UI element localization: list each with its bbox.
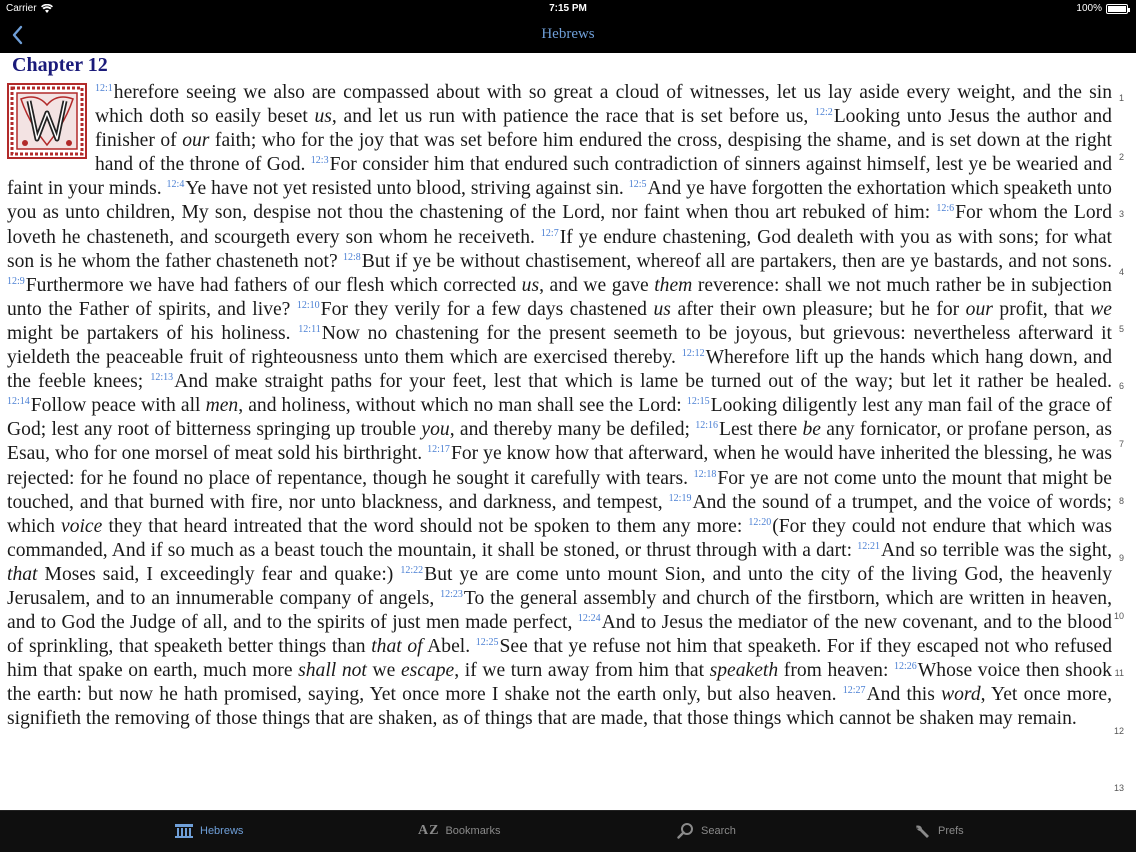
status-time: 7:15 PM — [549, 3, 587, 14]
margin-line-number: 6 — [1118, 381, 1124, 391]
verse-number[interactable]: 12:2 — [815, 107, 833, 118]
verse-number[interactable]: 12:26 — [894, 661, 917, 672]
verse-number[interactable]: 12:13 — [150, 372, 173, 383]
verse-number[interactable]: 12:11 — [298, 324, 320, 335]
book-icon — [175, 824, 193, 838]
chapter-content[interactable]: Chapter 12 12:1herefore seeing we also a… — [0, 53, 1136, 810]
battery-indicator: 100% — [1076, 3, 1130, 14]
verse-number[interactable]: 12:18 — [694, 469, 717, 480]
verse-number[interactable]: 12:15 — [687, 396, 710, 407]
book-title: Hebrews — [541, 26, 595, 42]
verse-number[interactable]: 12:22 — [400, 565, 423, 576]
illuminated-letter-w-icon — [7, 83, 87, 159]
verse-number[interactable]: 12:19 — [669, 493, 692, 504]
verse-number[interactable]: 12:23 — [440, 589, 463, 600]
margin-line-numbers: 1 2 3 4 5 6 7 8 9 10 11 12 13 — [1104, 53, 1124, 810]
verse-number[interactable]: 12:24 — [578, 613, 601, 624]
tab-label: Bookmarks — [445, 825, 501, 837]
verse-number[interactable]: 12:27 — [843, 685, 866, 696]
tab-hebrews[interactable]: Hebrews — [174, 823, 243, 839]
margin-line-number: 1 — [1118, 93, 1124, 103]
search-icon — [677, 823, 693, 839]
verse-number[interactable]: 12:12 — [682, 348, 705, 359]
verse-text: Ye have not yet resisted unto blood, str… — [185, 178, 629, 200]
verse-number[interactable]: 12:3 — [311, 155, 329, 166]
verse-number[interactable]: 12:17 — [427, 444, 450, 455]
tab-bookmarks[interactable]: AZ Bookmarks — [418, 823, 500, 839]
tab-label: Search — [701, 825, 736, 837]
verse-number[interactable]: 12:14 — [7, 396, 30, 407]
verse-number[interactable]: 12:16 — [695, 420, 718, 431]
verse-number[interactable]: 12:1 — [95, 83, 113, 94]
margin-line-number: 8 — [1118, 496, 1124, 506]
margin-line-number: 12 — [1113, 726, 1124, 736]
status-bar: Carrier 7:15 PM 100% — [0, 0, 1136, 18]
margin-line-number: 3 — [1118, 209, 1124, 219]
verse-number[interactable]: 12:6 — [936, 203, 954, 214]
az-icon: AZ — [418, 823, 440, 838]
verse-number[interactable]: 12:7 — [541, 228, 559, 239]
tab-bar: Hebrews AZ Bookmarks Search Prefs — [0, 810, 1136, 852]
battery-icon — [1106, 3, 1130, 14]
margin-line-number: 7 — [1118, 439, 1124, 449]
verse-number[interactable]: 12:5 — [629, 179, 647, 190]
verse-number[interactable]: 12:10 — [297, 300, 320, 311]
verse-text: And make straight paths for your feet, l… — [174, 371, 1112, 393]
verse-number[interactable]: 12:25 — [476, 637, 499, 648]
verse-number[interactable]: 12:20 — [748, 517, 771, 528]
verse-number[interactable]: 12:21 — [857, 541, 880, 552]
tab-prefs[interactable]: Prefs — [914, 823, 964, 839]
margin-line-number: 2 — [1118, 152, 1124, 162]
battery-percent: 100% — [1076, 3, 1102, 14]
verse-text: But if ye be without chastisement, where… — [361, 250, 1113, 272]
margin-line-number: 10 — [1113, 611, 1124, 621]
margin-line-number: 9 — [1118, 553, 1124, 563]
verse-number[interactable]: 12:4 — [167, 179, 185, 190]
battery-fill — [1108, 5, 1126, 12]
tab-search[interactable]: Search — [677, 823, 736, 839]
wrench-icon — [916, 825, 929, 838]
chapter-heading: Chapter 12 — [12, 54, 108, 76]
margin-line-number: 4 — [1118, 267, 1124, 277]
margin-line-number: 13 — [1113, 783, 1124, 793]
tab-label: Hebrews — [200, 825, 244, 837]
verse-number[interactable]: 12:9 — [7, 276, 25, 287]
chapter-text[interactable]: 12:1herefore seeing we also are compasse… — [7, 81, 1112, 732]
verse-text: Follow peace with all men, and holiness,… — [30, 395, 687, 417]
margin-line-number: 5 — [1118, 324, 1124, 334]
margin-line-number: 11 — [1114, 668, 1124, 678]
navigation-bar: Hebrews — [0, 18, 1136, 53]
verse-number[interactable]: 12:8 — [343, 252, 361, 263]
tab-label: Prefs — [938, 825, 964, 837]
